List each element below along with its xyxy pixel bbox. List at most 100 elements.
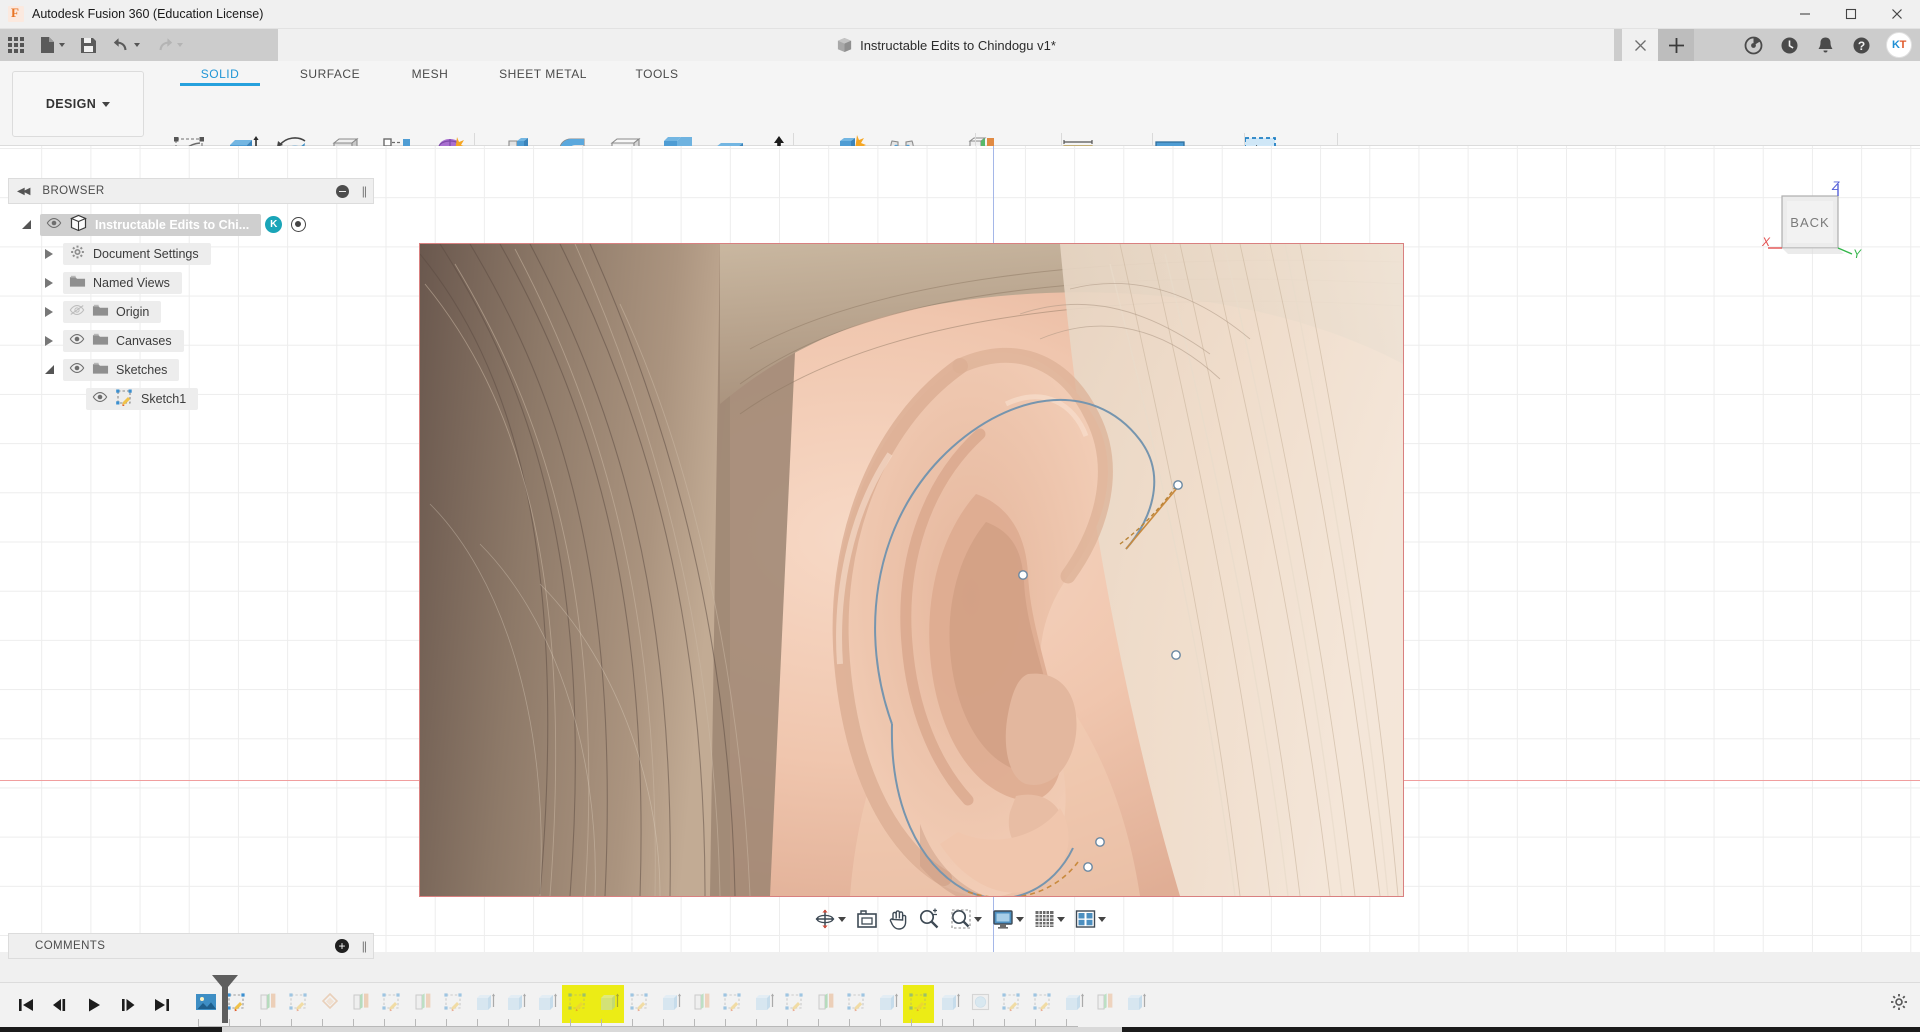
eye-icon[interactable] xyxy=(46,217,62,232)
browser-header[interactable]: ◀◀ BROWSER || xyxy=(8,178,374,204)
timeline-item-revolve[interactable] xyxy=(314,985,345,1023)
expander-collapsed-icon[interactable] xyxy=(45,335,63,346)
expander-collapsed-icon[interactable] xyxy=(45,248,63,259)
timeline-item-sketch[interactable] xyxy=(376,985,407,1023)
timeline-item-sketch[interactable] xyxy=(779,985,810,1023)
fit-tool-icon[interactable] xyxy=(946,905,986,933)
new-file-button[interactable] xyxy=(35,31,69,59)
timeline-item-sketch[interactable] xyxy=(562,985,593,1023)
undo-button[interactable] xyxy=(108,31,144,59)
ribbon-tab-mesh[interactable]: MESH xyxy=(385,61,475,81)
expander-expanded-icon[interactable] xyxy=(45,365,63,374)
timeline-item-plane[interactable] xyxy=(252,985,283,1023)
redo-button[interactable] xyxy=(151,31,187,59)
browser-tree-item-instructable-edits-to-chi[interactable]: Instructable Edits to Chi... K xyxy=(8,210,374,239)
help-icon[interactable]: ? xyxy=(1845,29,1877,61)
document-tab[interactable]: Instructable Edits to Chindogu v1* xyxy=(278,29,1614,61)
timeline-item-plane[interactable] xyxy=(810,985,841,1023)
expander-collapsed-icon[interactable] xyxy=(45,306,63,317)
comments-panel[interactable]: COMMENTS + || xyxy=(8,933,374,959)
viewports-icon[interactable] xyxy=(1071,905,1110,933)
timeline-playhead[interactable] xyxy=(208,975,242,1023)
tree-item-chip[interactable]: Instructable Edits to Chi... xyxy=(40,213,262,236)
ribbon-tab-tools[interactable]: TOOLS xyxy=(612,61,702,81)
jump-to-end-button[interactable] xyxy=(152,995,172,1015)
tree-item-chip[interactable]: Document Settings xyxy=(63,242,211,265)
timeline-item-plane[interactable] xyxy=(345,985,376,1023)
timeline-item-extrude[interactable] xyxy=(934,985,965,1023)
data-panel-icon[interactable] xyxy=(1737,29,1769,61)
display-settings-icon[interactable] xyxy=(988,905,1028,933)
browser-tree-item-origin[interactable]: Origin xyxy=(8,297,374,326)
eye-icon[interactable] xyxy=(92,391,108,406)
step-back-button[interactable] xyxy=(50,995,70,1015)
minimize-button[interactable] xyxy=(1782,0,1828,29)
orbit-tool-icon[interactable] xyxy=(810,905,850,933)
job-status-icon[interactable] xyxy=(1773,29,1805,61)
activate-component-radio[interactable] xyxy=(291,217,307,232)
browser-tree-item-named-views[interactable]: Named Views xyxy=(8,268,374,297)
timeline-item-mirror[interactable] xyxy=(1089,985,1120,1023)
timeline-item-sketch[interactable] xyxy=(438,985,469,1023)
timeline-item-sketch[interactable] xyxy=(624,985,655,1023)
browser-tree-item-sketch1[interactable]: Sketch1 xyxy=(8,384,374,413)
timeline-scrollbar[interactable] xyxy=(0,1027,1920,1032)
browser-tree-item-sketches[interactable]: Sketches xyxy=(8,355,374,384)
timeline-item-sketch[interactable] xyxy=(717,985,748,1023)
tree-item-chip[interactable]: Canvases xyxy=(63,329,184,352)
eye-icon[interactable] xyxy=(69,362,85,377)
play-button[interactable] xyxy=(84,995,104,1015)
ribbon-tab-solid[interactable]: SOLID xyxy=(160,61,280,86)
expander-expanded-icon[interactable] xyxy=(22,220,40,229)
timeline-settings-gear-icon[interactable] xyxy=(1890,993,1908,1016)
ear-photo-canvas[interactable] xyxy=(419,243,1404,897)
panel-grip-icon[interactable]: || xyxy=(362,939,367,953)
timeline-item-sketch[interactable] xyxy=(283,985,314,1023)
tree-item-chip[interactable]: Sketch1 xyxy=(86,387,199,410)
timeline-item-sketch[interactable] xyxy=(903,985,934,1023)
ribbon-tab-sheet-metal[interactable]: SHEET METAL xyxy=(473,61,613,81)
expander-collapsed-icon[interactable] xyxy=(45,277,63,288)
timeline-item-extrude[interactable] xyxy=(872,985,903,1023)
notifications-icon[interactable] xyxy=(1809,29,1841,61)
view-cube[interactable]: BACK X Y Z xyxy=(1760,179,1870,276)
timeline-item-extrude[interactable] xyxy=(469,985,500,1023)
ribbon-tab-surface[interactable]: SURFACE xyxy=(275,61,385,81)
eye-off-icon[interactable] xyxy=(69,304,85,319)
tree-item-chip[interactable]: Named Views xyxy=(63,271,182,294)
jump-to-beginning-button[interactable] xyxy=(16,995,36,1015)
avatar[interactable]: KT xyxy=(1886,32,1912,58)
timeline-item-extrude[interactable] xyxy=(593,985,624,1023)
eye-icon[interactable] xyxy=(69,333,85,348)
timeline-item-extrude[interactable] xyxy=(748,985,779,1023)
timeline-item-extrude[interactable] xyxy=(531,985,562,1023)
add-comment-icon[interactable]: + xyxy=(335,939,349,953)
timeline-item-extrude[interactable] xyxy=(1058,985,1089,1023)
close-tab-icon[interactable] xyxy=(1622,29,1658,61)
timeline-scroll-thumb[interactable] xyxy=(222,1027,1122,1032)
pan-tool-icon[interactable] xyxy=(884,905,912,933)
panel-grip-icon[interactable]: || xyxy=(362,184,367,198)
grid-snaps-icon[interactable] xyxy=(1030,905,1069,933)
timeline-item-mirror[interactable] xyxy=(686,985,717,1023)
save-button[interactable] xyxy=(76,31,101,59)
minus-circle-icon[interactable] xyxy=(336,184,349,198)
timeline-item-hole[interactable] xyxy=(965,985,996,1023)
timeline-playback-controls[interactable] xyxy=(8,983,172,1027)
sketch-geometry[interactable] xyxy=(420,244,1403,896)
timeline-item-sketch[interactable] xyxy=(841,985,872,1023)
tree-item-chip[interactable]: Sketches xyxy=(63,358,180,381)
close-window-button[interactable] xyxy=(1874,0,1920,29)
maximize-button[interactable] xyxy=(1828,0,1874,29)
browser-tree-item-canvases[interactable]: Canvases xyxy=(8,326,374,355)
browser-tree-item-document-settings[interactable]: Document Settings xyxy=(8,239,374,268)
navigation-bar[interactable] xyxy=(810,904,1110,934)
timeline-item-sketch[interactable] xyxy=(996,985,1027,1023)
timeline-item-extrude[interactable] xyxy=(655,985,686,1023)
step-forward-button[interactable] xyxy=(118,995,138,1015)
new-tab-plus-icon[interactable] xyxy=(1658,29,1694,61)
collapse-left-icon[interactable]: ◀◀ xyxy=(9,186,30,197)
workspace-selector[interactable]: DESIGN xyxy=(12,71,144,137)
tree-item-chip[interactable]: Origin xyxy=(63,300,162,323)
timeline-item-extrude[interactable] xyxy=(1120,985,1151,1023)
